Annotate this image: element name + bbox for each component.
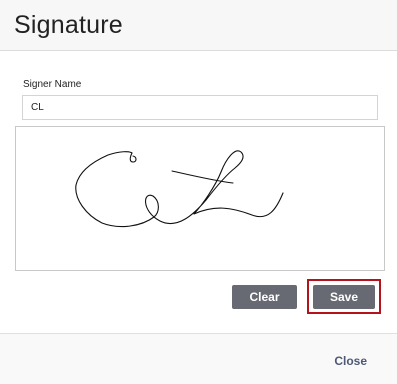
signature-canvas[interactable] bbox=[16, 127, 384, 270]
save-button[interactable]: Save bbox=[313, 285, 375, 309]
signature-pad[interactable] bbox=[15, 126, 385, 271]
signer-name-label: Signer Name bbox=[23, 79, 82, 90]
signer-name-input[interactable] bbox=[22, 95, 378, 120]
signature-dialog: Signature Signer Name Clear Save Close bbox=[0, 0, 397, 384]
signature-stroke bbox=[129, 152, 137, 163]
dialog-footer: Close bbox=[0, 333, 397, 384]
dialog-title: Signature bbox=[14, 11, 123, 39]
dialog-header: Signature bbox=[0, 0, 397, 51]
close-button[interactable]: Close bbox=[334, 354, 367, 368]
signature-stroke bbox=[171, 170, 234, 184]
signature-stroke bbox=[75, 150, 284, 228]
clear-button[interactable]: Clear bbox=[232, 285, 297, 309]
